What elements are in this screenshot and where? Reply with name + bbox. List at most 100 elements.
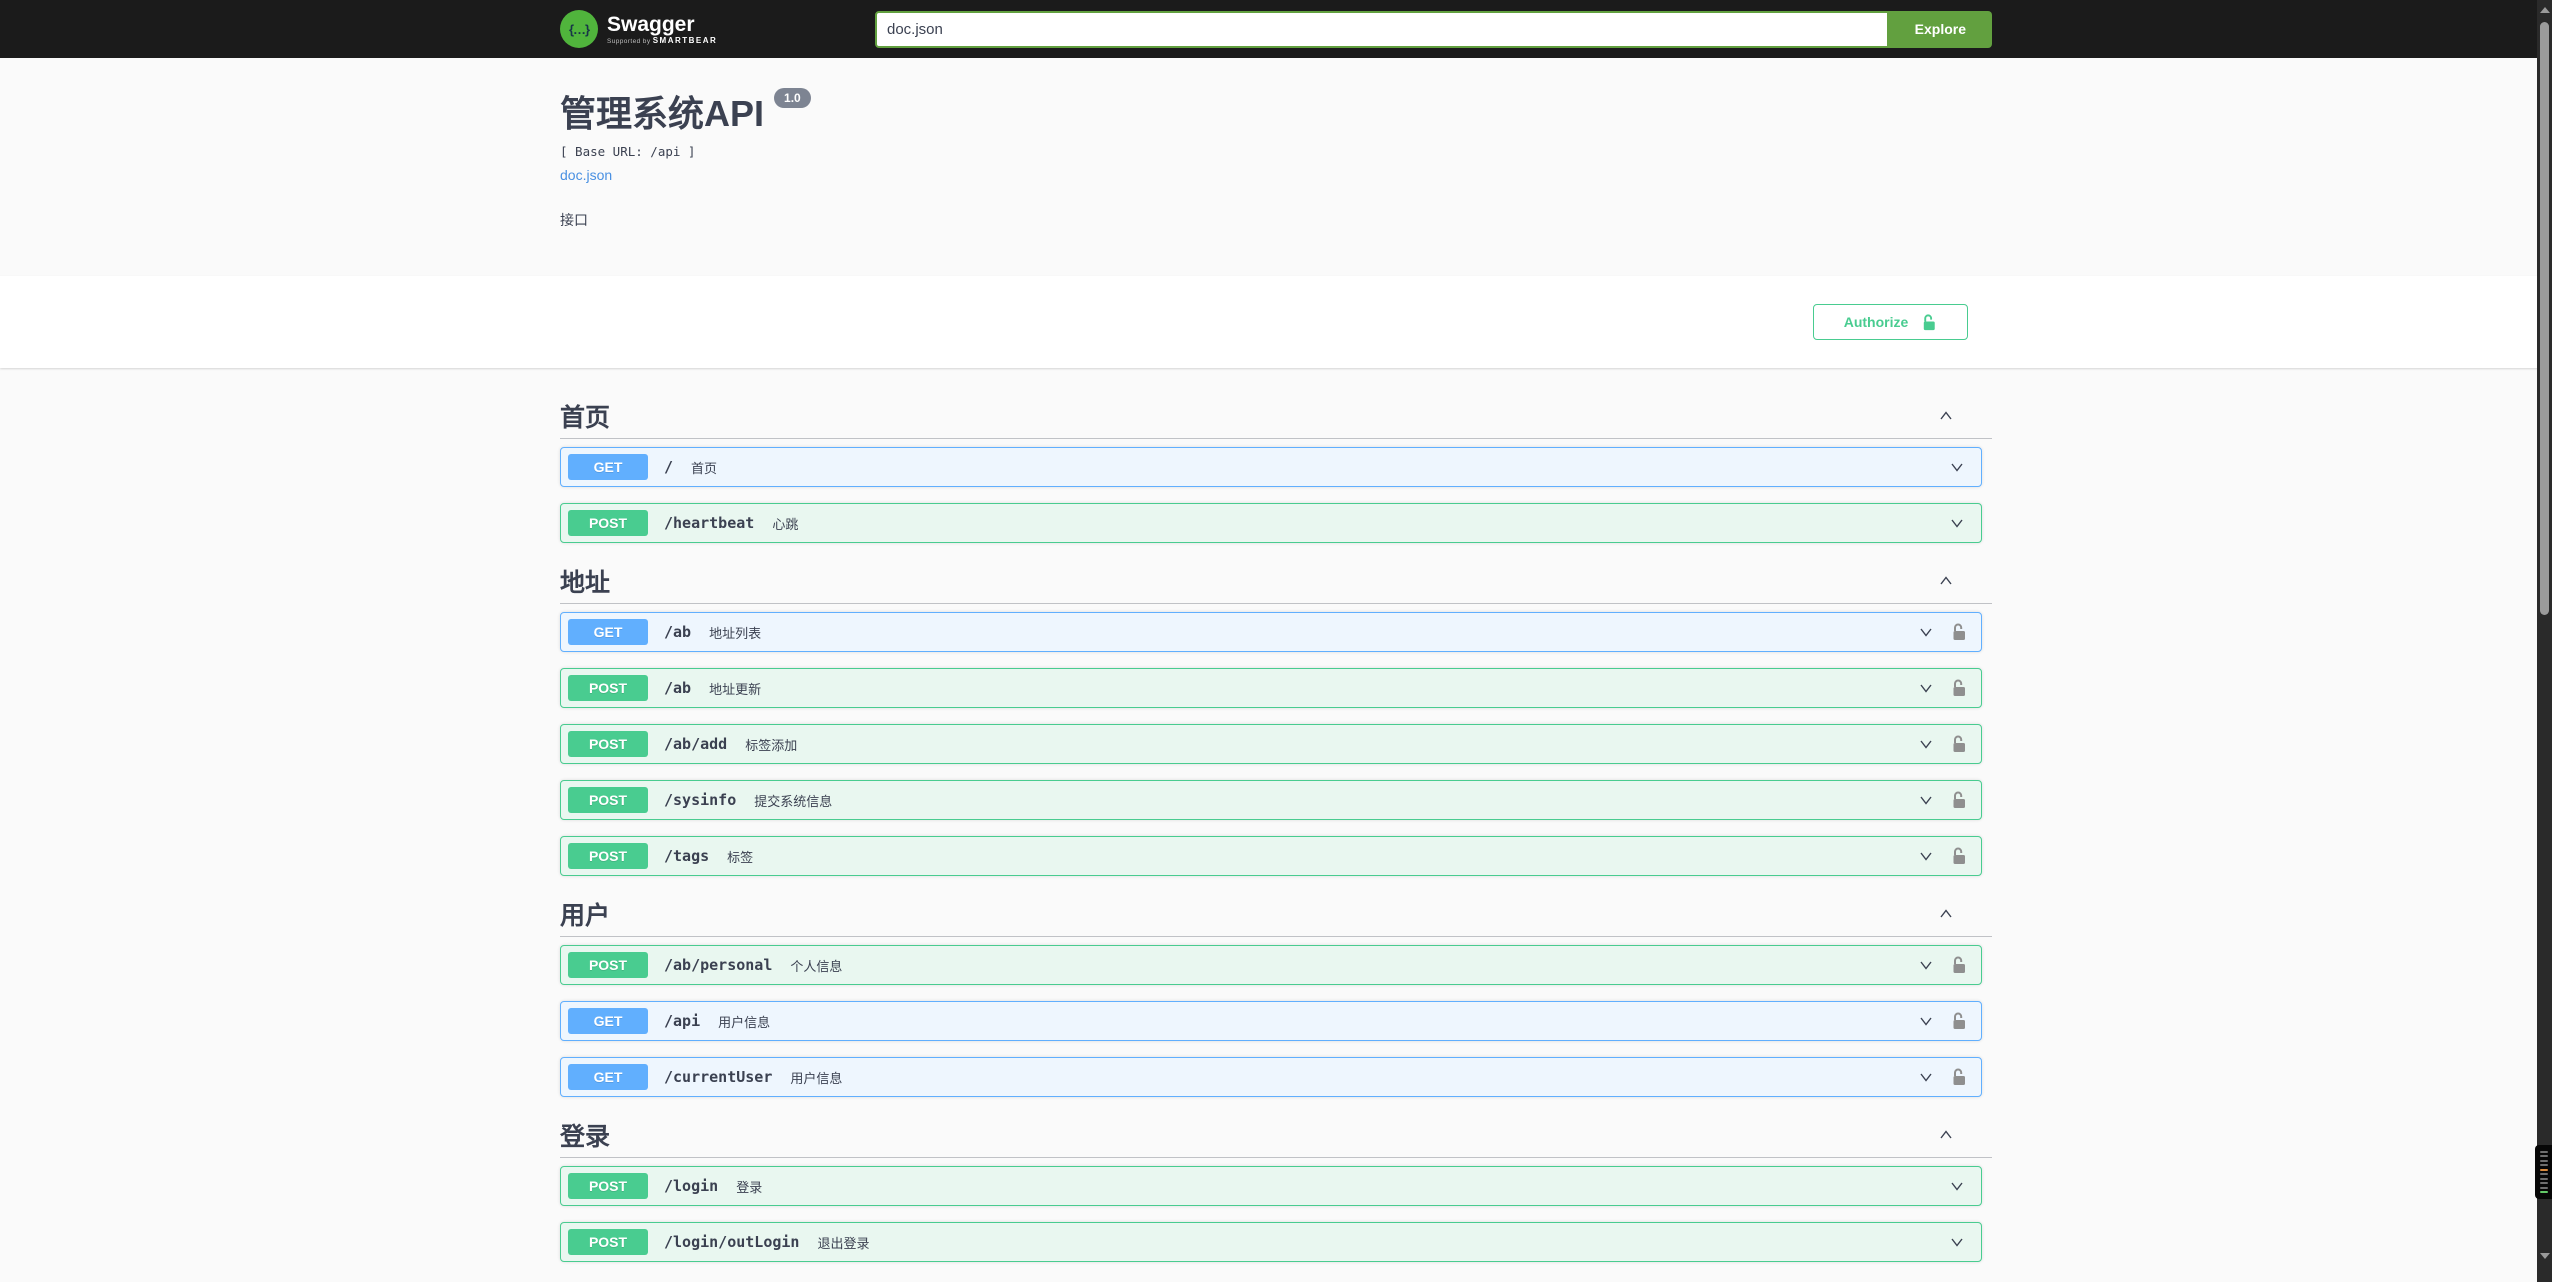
explore-button[interactable]: Explore (1888, 10, 1992, 48)
tag-section: 用户 POST /ab/personal 个人信息 GET /api 用户信息 (560, 892, 1992, 1098)
swagger-logo-title: Swagger (607, 12, 695, 36)
chevron-down-icon[interactable] (1947, 1232, 1967, 1252)
tag-title: 登录 (560, 1123, 611, 1152)
chevron-up-icon[interactable] (1936, 571, 1956, 591)
swagger-logo[interactable]: {…} Swagger Supported by SMARTBEAR (560, 10, 717, 48)
api-description: 接口 (560, 212, 588, 229)
operation-row[interactable]: POST /heartbeat 心跳 (560, 503, 1982, 544)
smartbear-label: SMARTBEAR (652, 35, 718, 45)
chevron-down-icon[interactable] (1947, 1176, 1967, 1196)
scrollbar-thumb[interactable] (2540, 22, 2549, 615)
minimap-marker (2539, 1155, 2548, 1158)
unlock-icon[interactable] (1952, 622, 1967, 642)
operation-path: /ab/add (664, 735, 728, 754)
tag-section: 登录 POST /login 登录 POST /login/outLogin 退… (560, 1113, 1992, 1263)
chevron-down-icon[interactable] (1916, 1011, 1936, 1031)
minimap-marker (2539, 1182, 2548, 1185)
scroll-down-arrow-icon[interactable] (2539, 1253, 2550, 1259)
unlock-icon[interactable] (1952, 734, 1967, 754)
minimap-marker (2539, 1177, 2548, 1180)
operation-row[interactable]: GET /currentUser 用户信息 (560, 1057, 1982, 1098)
minimap-marker (2539, 1150, 2548, 1153)
operation-path: /ab/personal (664, 956, 773, 975)
operation-row[interactable]: GET /api 用户信息 (560, 1001, 1982, 1042)
chevron-up-icon[interactable] (1936, 1125, 1956, 1145)
swagger-logo-subtitle: Supported by SMARTBEAR (607, 35, 718, 45)
scroll-minimap[interactable] (2535, 1145, 2552, 1199)
operation-row[interactable]: POST /ab/personal 个人信息 (560, 945, 1982, 986)
operation-path: /login/outLogin (664, 1233, 800, 1252)
operation-list: POST /ab/personal 个人信息 GET /api 用户信息 GET… (560, 937, 1992, 1098)
tag-title: 地址 (560, 569, 611, 598)
operation-path: /currentUser (664, 1068, 773, 1087)
tag-header[interactable]: 用户 (560, 892, 1992, 938)
operation-row[interactable]: POST /login/outLogin 退出登录 (560, 1222, 1982, 1263)
unlock-icon[interactable] (1952, 1067, 1967, 1087)
tag-header[interactable]: 首页 (560, 394, 1992, 440)
operations-area: 首页 GET / 首页 POST /heartbeat 心跳 地址 GET /a… (0, 368, 2552, 1263)
chevron-down-icon[interactable] (1916, 678, 1936, 698)
minimap-marker (2539, 1173, 2548, 1176)
unlock-icon (1924, 314, 1936, 330)
chevron-down-icon[interactable] (1916, 846, 1936, 866)
operation-path: /sysinfo (664, 791, 737, 810)
unlock-icon[interactable] (1952, 846, 1967, 866)
operation-row[interactable]: POST /ab 地址更新 (560, 668, 1982, 709)
operation-description: 用户信息 (790, 1070, 843, 1086)
url-input[interactable] (875, 10, 1889, 48)
chevron-up-icon[interactable] (1936, 904, 1956, 924)
method-badge: POST (568, 1229, 648, 1256)
scroll-up-arrow-icon[interactable] (2539, 7, 2550, 13)
chevron-down-icon[interactable] (1947, 457, 1967, 477)
unlock-icon[interactable] (1952, 678, 1967, 698)
minimap-marker (2539, 1191, 2548, 1194)
scrollbar-track[interactable] (2537, 0, 2552, 1282)
operation-description: 个人信息 (790, 958, 843, 974)
chevron-up-icon[interactable] (1936, 406, 1956, 426)
chevron-down-icon[interactable] (1916, 790, 1936, 810)
chevron-down-icon[interactable] (1916, 734, 1936, 754)
minimap-marker (2539, 1186, 2548, 1189)
operation-list: GET / 首页 POST /heartbeat 心跳 (560, 439, 1992, 544)
api-title: 管理系统API 1.0 (560, 88, 1992, 135)
chevron-down-icon[interactable] (1947, 513, 1967, 533)
operation-description: 用户信息 (718, 1014, 771, 1030)
unlock-icon[interactable] (1952, 955, 1967, 975)
unlock-icon[interactable] (1952, 790, 1967, 810)
tag-title: 首页 (560, 404, 611, 433)
operation-path: /api (664, 1012, 701, 1031)
operation-description: 退出登录 (817, 1235, 870, 1251)
operation-description: 地址更新 (709, 681, 762, 697)
operation-row[interactable]: GET / 首页 (560, 447, 1982, 488)
topbar: {…} Swagger Supported by SMARTBEAR Explo… (0, 0, 2552, 58)
method-badge: POST (568, 510, 648, 537)
unlock-icon[interactable] (1952, 1011, 1967, 1031)
method-badge: POST (568, 843, 648, 870)
base-url: [ Base URL: /api ] (560, 144, 696, 160)
operation-path: /ab (664, 623, 692, 642)
method-badge: GET (568, 1064, 648, 1091)
scheme-container: Authorize (0, 276, 2552, 369)
chevron-down-icon[interactable] (1916, 622, 1936, 642)
operation-path: /tags (664, 847, 710, 866)
operation-description: 标签 (727, 849, 754, 865)
chevron-down-icon[interactable] (1916, 955, 1936, 975)
operation-row[interactable]: POST /ab/add 标签添加 (560, 724, 1982, 765)
method-badge: POST (568, 731, 648, 758)
method-badge: POST (568, 952, 648, 979)
operation-description: 首页 (691, 460, 718, 476)
operation-row[interactable]: GET /ab 地址列表 (560, 612, 1982, 653)
authorize-button[interactable]: Authorize (1813, 304, 1968, 341)
operation-description: 心跳 (772, 516, 799, 532)
chevron-down-icon[interactable] (1916, 1067, 1936, 1087)
minimap-marker (2539, 1164, 2548, 1167)
version-badge: 1.0 (774, 88, 811, 109)
operation-row[interactable]: POST /tags 标签 (560, 836, 1982, 877)
doc-json-link[interactable]: doc.json (560, 167, 612, 183)
tag-section: 首页 GET / 首页 POST /heartbeat 心跳 (560, 394, 1992, 544)
tag-header[interactable]: 登录 (560, 1113, 1992, 1159)
operation-row[interactable]: POST /sysinfo 提交系统信息 (560, 780, 1982, 821)
operation-row[interactable]: POST /login 登录 (560, 1166, 1982, 1207)
method-badge: POST (568, 675, 648, 702)
tag-header[interactable]: 地址 (560, 559, 1992, 605)
